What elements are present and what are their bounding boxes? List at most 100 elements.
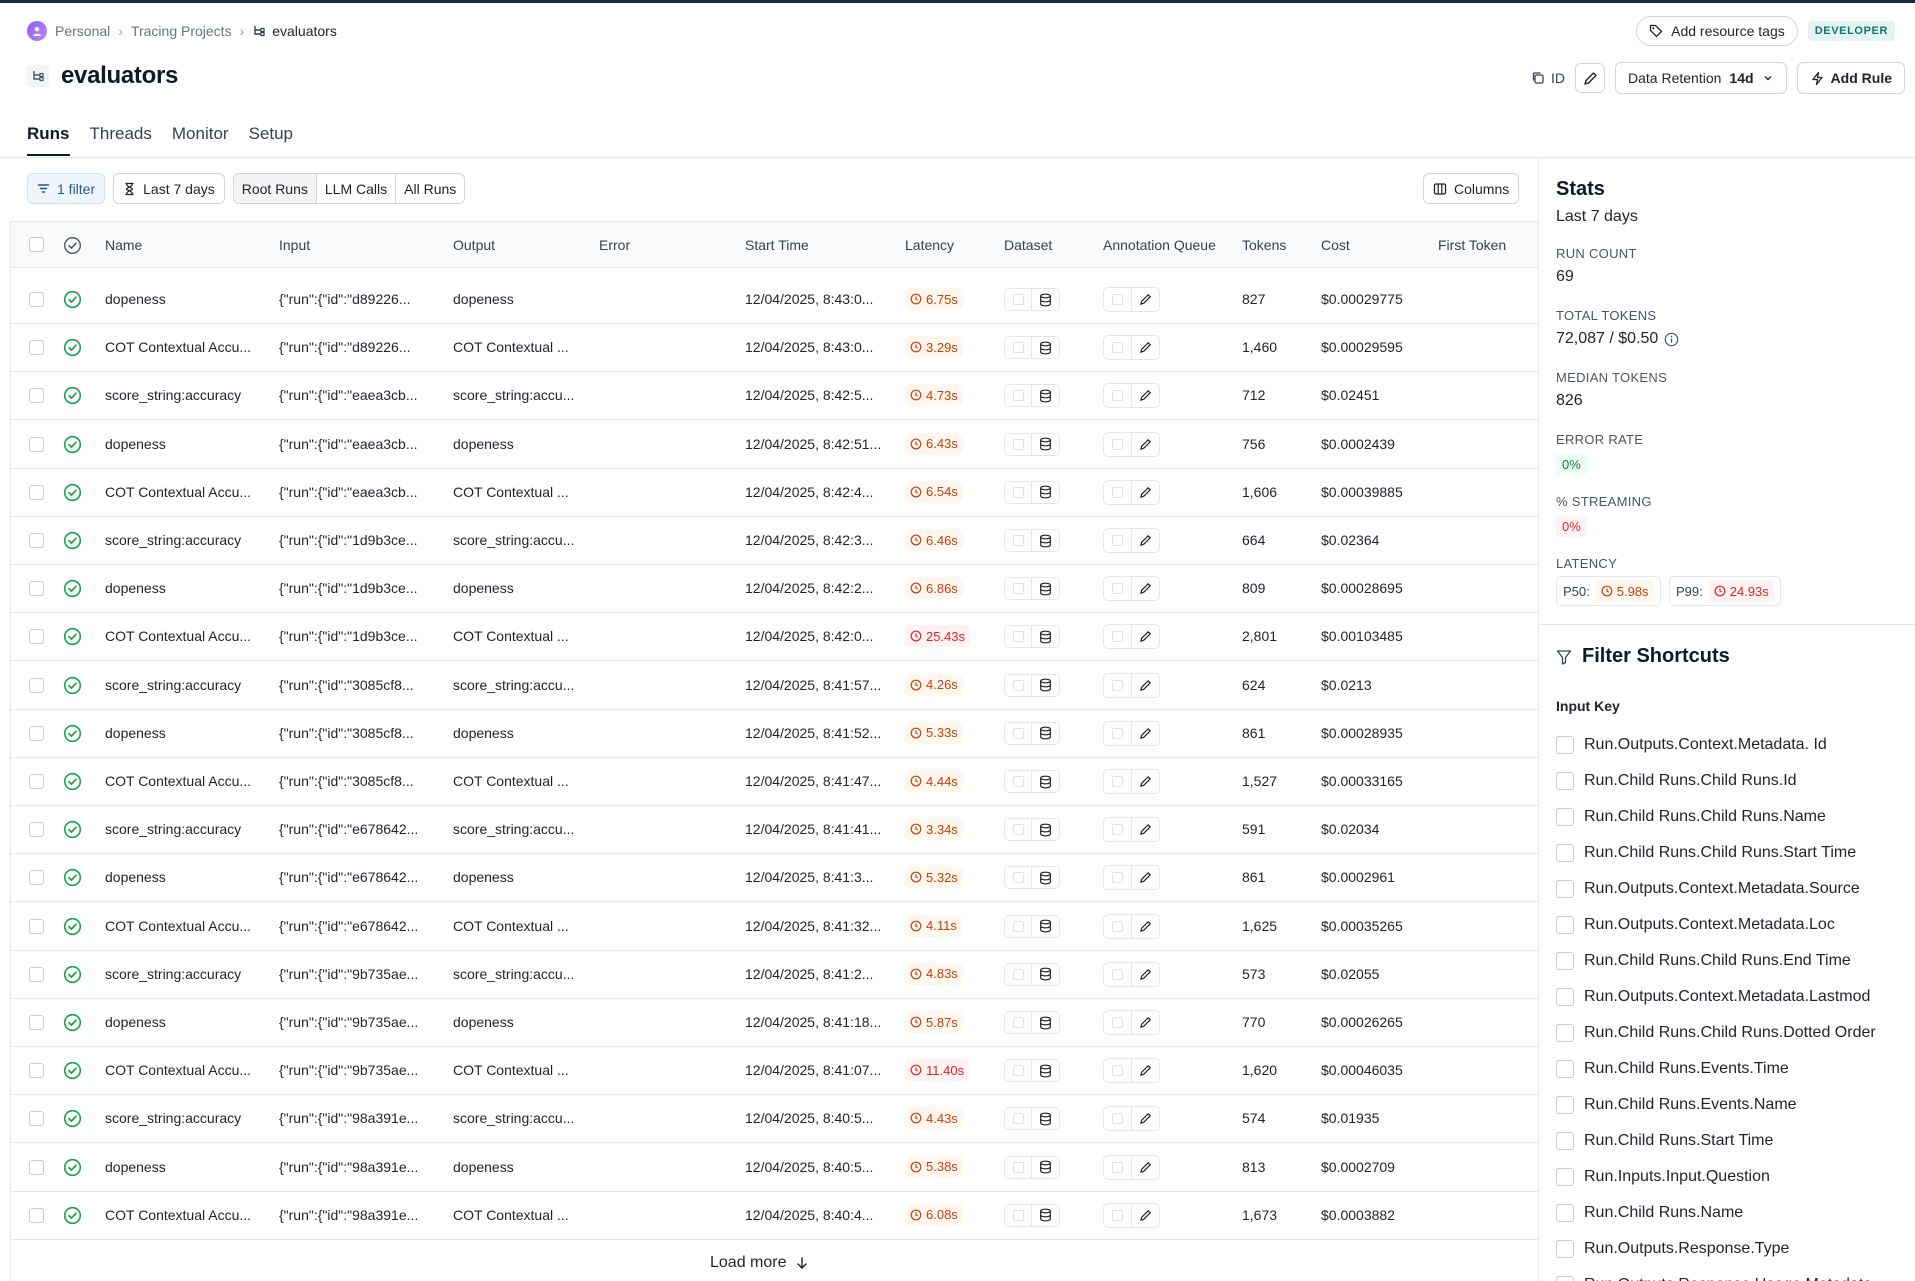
info-icon[interactable] <box>1664 332 1679 347</box>
cell-name[interactable]: dopeness <box>105 1014 166 1030</box>
table-row[interactable]: COT Contextual Accu... {"run":{"id":"e678… <box>11 903 1538 951</box>
filter-shortcut-item[interactable]: Run.Child Runs.Name <box>1556 1204 1743 1222</box>
row-checkbox[interactable] <box>29 918 44 934</box>
table-row[interactable]: score_string:accuracy {"run":{"id":"e6786… <box>11 806 1538 855</box>
table-row[interactable]: score_string:accuracy {"run":{"id":"98a39… <box>11 1095 1538 1144</box>
add-rule-button[interactable]: Add Rule <box>1796 62 1905 94</box>
dataset-toggle[interactable] <box>1005 433 1033 455</box>
pencil-icon[interactable] <box>1132 529 1159 552</box>
pencil-icon[interactable] <box>1132 288 1159 311</box>
filter-shortcut-checkbox[interactable] <box>1556 952 1574 970</box>
pencil-icon[interactable] <box>1132 1011 1159 1034</box>
row-checkbox[interactable] <box>29 388 44 404</box>
llm-calls-option[interactable]: LLM Calls <box>317 174 397 203</box>
annotation-toggle[interactable] <box>1104 288 1132 311</box>
database-icon[interactable] <box>1032 916 1059 937</box>
database-icon[interactable] <box>1032 819 1059 840</box>
edit-project-button[interactable] <box>1575 63 1606 93</box>
dataset-toggle[interactable] <box>1005 771 1033 792</box>
add-to-dataset-control[interactable] <box>1004 914 1060 938</box>
database-icon[interactable] <box>1032 964 1059 985</box>
row-checkbox[interactable] <box>29 533 44 548</box>
database-icon[interactable] <box>1032 578 1059 599</box>
database-icon[interactable] <box>1032 626 1059 647</box>
dataset-toggle[interactable] <box>1005 289 1033 310</box>
add-to-dataset-control[interactable] <box>1004 1155 1060 1179</box>
add-to-dataset-control[interactable] <box>1004 673 1060 697</box>
annotation-toggle[interactable] <box>1104 1059 1132 1083</box>
filter-shortcut-checkbox[interactable] <box>1556 1024 1574 1042</box>
annotation-queue-control[interactable] <box>1103 865 1160 891</box>
filter-shortcut-item[interactable]: Run.Outputs.Response.Type <box>1556 1240 1789 1258</box>
column-header-cost[interactable]: Cost <box>1321 237 1350 253</box>
filter-shortcut-item[interactable]: Run.Inputs.Input.Question <box>1556 1168 1770 1186</box>
database-icon[interactable] <box>1032 771 1059 792</box>
pencil-icon[interactable] <box>1132 915 1159 938</box>
pencil-icon[interactable] <box>1132 674 1159 697</box>
add-to-dataset-control[interactable] <box>1004 529 1060 552</box>
filter-shortcut-checkbox[interactable] <box>1556 808 1574 826</box>
row-checkbox[interactable] <box>29 629 44 645</box>
cell-name[interactable]: dopeness <box>105 580 166 596</box>
annotation-queue-control[interactable] <box>1103 672 1160 698</box>
add-to-dataset-control[interactable] <box>1004 721 1060 745</box>
database-icon[interactable] <box>1032 1205 1059 1226</box>
column-header-latency[interactable]: Latency <box>905 237 954 253</box>
annotation-queue-control[interactable] <box>1103 479 1160 505</box>
add-to-dataset-control[interactable] <box>1004 1203 1060 1227</box>
annotation-toggle[interactable] <box>1104 962 1132 986</box>
row-checkbox[interactable] <box>29 1207 44 1223</box>
row-checkbox[interactable] <box>29 725 44 741</box>
dataset-toggle[interactable] <box>1005 674 1033 696</box>
avatar[interactable] <box>27 21 47 41</box>
annotation-toggle[interactable] <box>1104 577 1132 601</box>
dataset-toggle[interactable] <box>1005 867 1033 889</box>
filter-shortcut-item[interactable]: Run.Outputs.Context.Metadata.Loc <box>1556 916 1835 934</box>
root-runs-option[interactable]: Root Runs <box>233 174 317 203</box>
annotation-toggle[interactable] <box>1104 480 1132 504</box>
filter-shortcut-checkbox[interactable] <box>1556 1168 1574 1186</box>
pencil-icon[interactable] <box>1132 1156 1159 1179</box>
pencil-icon[interactable] <box>1132 866 1159 889</box>
filter-shortcut-item[interactable]: Run.Child Runs.Child Runs.Id <box>1556 772 1797 790</box>
dataset-toggle[interactable] <box>1005 578 1033 600</box>
data-retention-select[interactable]: Data Retention 14d <box>1615 62 1787 94</box>
cell-name[interactable]: COT Contextual Accu... <box>105 484 251 500</box>
dataset-toggle[interactable] <box>1005 1060 1033 1082</box>
cell-name[interactable]: score_string:accuracy <box>105 677 241 693</box>
filter-shortcut-item[interactable]: Run.Child Runs.Child Runs.Start Time <box>1556 844 1856 862</box>
filter-shortcut-checkbox[interactable] <box>1556 772 1574 790</box>
table-row[interactable]: dopeness {"run":{"id":"e678642... dopeness… <box>11 854 1538 903</box>
copy-id-button[interactable]: ID <box>1531 70 1565 86</box>
cell-name[interactable]: score_string:accuracy <box>105 532 241 548</box>
pencil-icon[interactable] <box>1132 433 1159 456</box>
annotation-queue-control[interactable] <box>1103 576 1160 602</box>
annotation-queue-control[interactable] <box>1103 961 1160 987</box>
table-row[interactable]: COT Contextual Accu... {"run":{"id":"1d9b… <box>11 613 1538 662</box>
column-header-tokens[interactable]: Tokens <box>1242 237 1286 253</box>
add-to-dataset-control[interactable] <box>1004 432 1060 456</box>
filter-shortcut-checkbox[interactable] <box>1556 988 1574 1006</box>
row-checkbox[interactable] <box>29 870 44 886</box>
filter-shortcut-item[interactable]: Run.Child Runs.Events.Time <box>1556 1060 1789 1078</box>
annotation-queue-control[interactable] <box>1103 431 1160 457</box>
annotation-toggle[interactable] <box>1104 529 1132 552</box>
column-header-first-token[interactable]: First Token <box>1438 237 1506 253</box>
database-icon[interactable] <box>1032 289 1059 310</box>
database-icon[interactable] <box>1032 530 1059 551</box>
table-row[interactable]: dopeness {"run":{"id":"98a391e... dopeness… <box>11 1144 1538 1192</box>
add-to-dataset-control[interactable] <box>1004 818 1060 842</box>
tab-setup[interactable]: Setup <box>249 124 293 155</box>
filter-shortcut-item[interactable]: Run.Child Runs.Events.Name <box>1556 1096 1797 1114</box>
dataset-toggle[interactable] <box>1005 963 1033 985</box>
cell-name[interactable]: COT Contextual Accu... <box>105 1062 251 1078</box>
filter-shortcut-item[interactable]: Run.Outputs.Context.Metadata.Lastmod <box>1556 988 1870 1006</box>
cell-name[interactable]: dopeness <box>105 725 166 741</box>
table-row[interactable]: dopeness {"run":{"id":"d89226... dopeness 1… <box>11 276 1538 324</box>
row-checkbox[interactable] <box>29 1159 44 1175</box>
dataset-toggle[interactable] <box>1005 1012 1033 1033</box>
add-to-dataset-control[interactable] <box>1004 770 1060 793</box>
cell-name[interactable]: COT Contextual Accu... <box>105 628 251 644</box>
annotation-queue-control[interactable] <box>1103 287 1160 312</box>
row-checkbox[interactable] <box>29 966 44 982</box>
